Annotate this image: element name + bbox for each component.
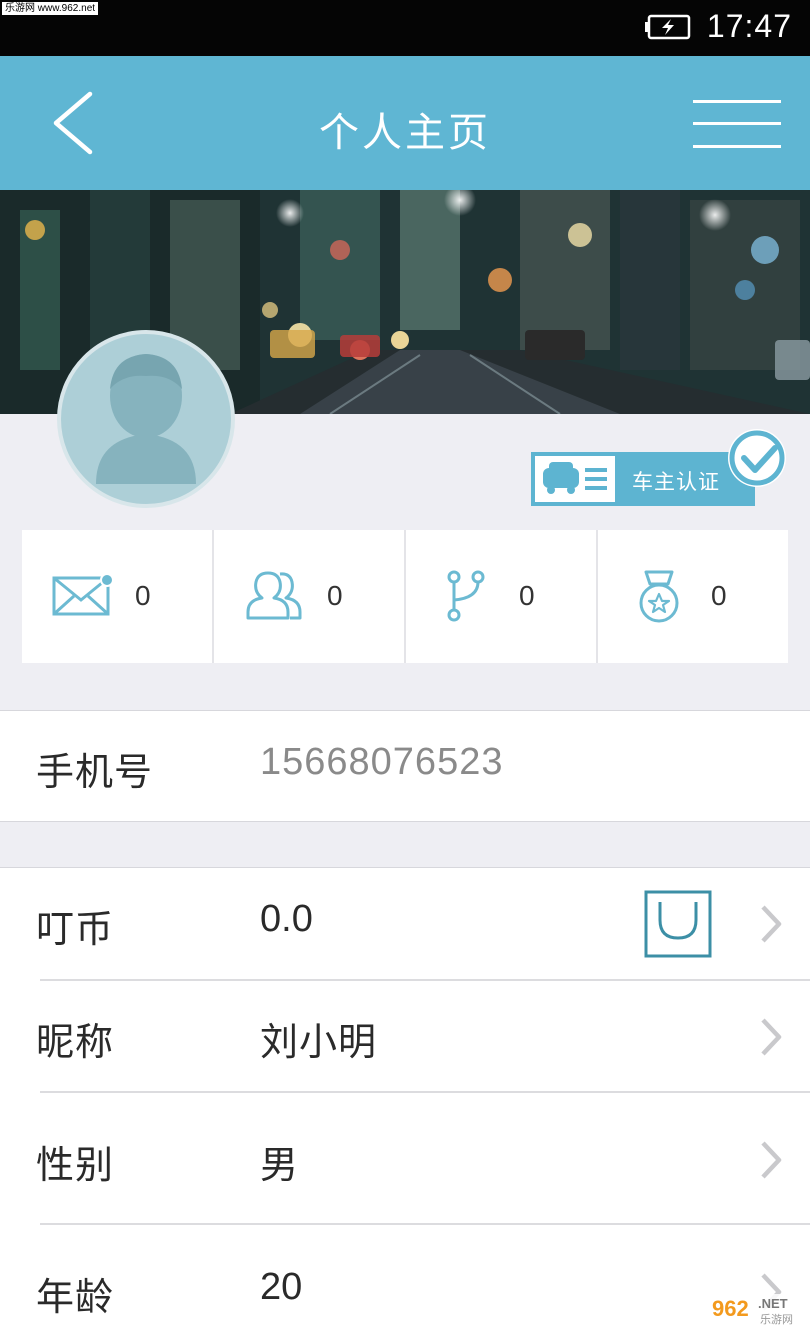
mail-icon <box>52 573 114 616</box>
stat-medals-value: 0 <box>711 580 727 611</box>
phone-value: 15668076523 <box>260 741 504 783</box>
watermark-bottom: 962 .NET 乐游网 <box>706 1294 806 1328</box>
verify-label: 车主认证 <box>632 470 720 494</box>
coins-label: 叮币 <box>36 907 115 951</box>
coins-row[interactable]: 叮币 0.0 <box>0 868 810 980</box>
age-value: 20 <box>260 1266 303 1308</box>
watermark-top: 乐游网 www.962.net <box>2 2 99 15</box>
user-avatar-icon <box>96 354 196 484</box>
age-row[interactable]: 年龄 20 <box>0 1236 810 1332</box>
details-section: 叮币 0.0 昵称 刘小明 性别 男 年龄 20 <box>0 867 810 1332</box>
gender-row[interactable]: 性别 男 <box>0 1104 810 1216</box>
page-title: 个人主页 <box>319 110 491 156</box>
stat-friends-value: 0 <box>327 580 343 611</box>
shopping-bag-icon[interactable] <box>644 890 712 958</box>
header-bar: 个人主页 <box>0 56 810 190</box>
nickname-label: 昵称 <box>36 1020 115 1064</box>
stat-medals[interactable]: 0 <box>598 530 788 663</box>
age-label: 年龄 <box>36 1275 115 1319</box>
chevron-right-icon <box>761 905 782 943</box>
chevron-right-icon <box>761 1018 782 1056</box>
phone-section: 手机号 15668076523 <box>0 710 810 822</box>
stat-shares[interactable]: 0 <box>406 530 598 663</box>
branch-icon <box>447 570 485 622</box>
watermark-name: 乐游网 <box>760 1314 793 1326</box>
stat-messages-value: 0 <box>135 580 151 611</box>
stats-bar: 0 0 0 0 <box>22 530 788 663</box>
battery-icon <box>645 14 691 40</box>
phone-label: 手机号 <box>36 750 154 794</box>
users-icon <box>246 571 302 620</box>
divider <box>40 1223 810 1225</box>
clock: 17:47 <box>706 8 792 44</box>
watermark-brand: 962 <box>712 1296 749 1321</box>
status-bar: 乐游网 www.962.net 17:47 <box>0 0 810 56</box>
stat-shares-value: 0 <box>519 580 535 611</box>
phone-row: 手机号 15668076523 <box>0 711 810 823</box>
nickname-row[interactable]: 昵称 刘小明 <box>0 981 810 1093</box>
watermark-site: .NET <box>758 1296 788 1311</box>
avatar[interactable] <box>57 330 235 508</box>
medal-icon <box>639 570 679 623</box>
menu-icon[interactable] <box>693 98 781 150</box>
chevron-right-icon <box>761 1141 782 1179</box>
stat-friends[interactable]: 0 <box>214 530 406 663</box>
nickname-value: 刘小明 <box>260 1020 378 1064</box>
stat-messages[interactable]: 0 <box>22 530 214 663</box>
divider <box>40 1091 810 1093</box>
gender-label: 性别 <box>36 1143 115 1187</box>
coins-value: 0.0 <box>260 898 313 940</box>
gender-value: 男 <box>260 1143 300 1187</box>
